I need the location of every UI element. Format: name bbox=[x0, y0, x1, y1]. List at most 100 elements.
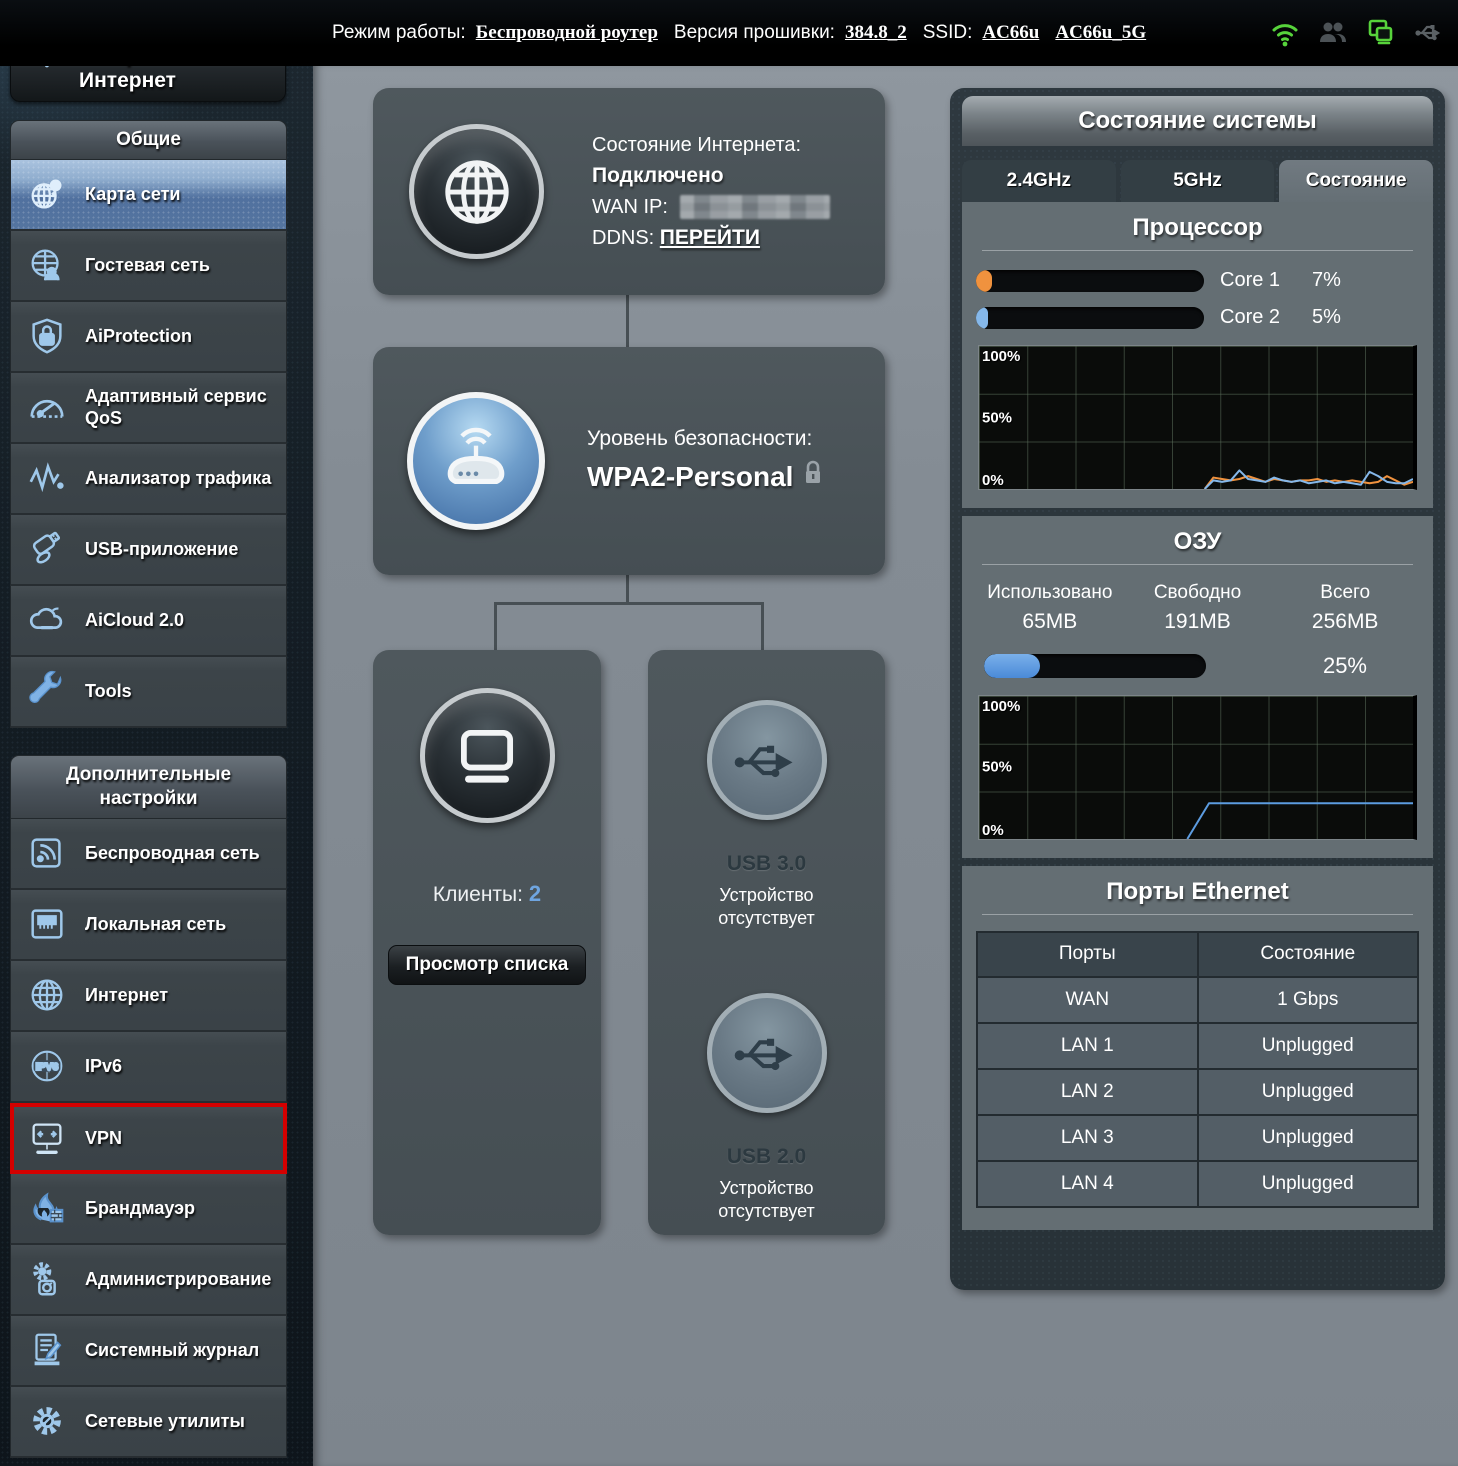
ram-used-label: Использовано bbox=[976, 579, 1124, 607]
ram-graph-ylabel-100: 100% bbox=[982, 698, 1020, 715]
router-security-button[interactable] bbox=[407, 392, 545, 530]
sidebar-item-tools[interactable]: Tools bbox=[10, 657, 287, 728]
sidebar-item-wireless[interactable]: Беспроводная сеть bbox=[10, 819, 287, 890]
sidebar-item-label: Гостевая сеть bbox=[85, 254, 210, 277]
menu-advanced-header: Дополнительные настройки bbox=[10, 755, 287, 819]
usb2-button[interactable] bbox=[707, 993, 827, 1113]
ddns-row: DDNS: ПЕРЕЙТИ bbox=[592, 222, 830, 254]
security-level-label: Уровень безопасности: bbox=[587, 422, 823, 456]
sidebar-item-label: Беспроводная сеть bbox=[85, 842, 260, 865]
traffic-analyzer-icon bbox=[25, 456, 69, 500]
ram-meter-fill bbox=[984, 654, 1040, 678]
ethernet-ports-table: Порты Состояние WAN 1 Gbps LAN 1 Unplugg… bbox=[976, 931, 1419, 1208]
sidebar-item-system-log[interactable]: Системный журнал bbox=[10, 1316, 287, 1387]
firewall-icon bbox=[25, 1186, 69, 1230]
core2-meter bbox=[976, 307, 1204, 329]
ddns-go-link[interactable]: ПЕРЕЙТИ bbox=[660, 226, 760, 249]
usb3-label: USB 3.0 bbox=[727, 852, 806, 876]
sidebar-item-guest-network[interactable]: Гостевая сеть bbox=[10, 231, 287, 302]
wrench-icon bbox=[25, 669, 69, 713]
ssid-24-link[interactable]: AC66u bbox=[982, 22, 1039, 44]
network-tools-icon bbox=[25, 1399, 69, 1443]
ram-used-col: Использовано 65MB bbox=[976, 579, 1124, 637]
network-map-icon bbox=[25, 172, 69, 216]
wifi-icon[interactable] bbox=[1270, 18, 1300, 48]
sidebar-item-aiprotection[interactable]: AiProtection bbox=[10, 302, 287, 373]
port-status-cell: Unplugged bbox=[1198, 1023, 1419, 1069]
system-log-icon bbox=[25, 1328, 69, 1372]
clients-button[interactable] bbox=[420, 688, 555, 823]
sidebar-item-label: Адаптивный сервис QoS bbox=[85, 385, 276, 430]
status-col-header: Состояние bbox=[1198, 932, 1419, 977]
mode-value-link[interactable]: Беспроводной роутер bbox=[476, 22, 658, 44]
sidebar-item-label: AiProtection bbox=[85, 325, 192, 348]
lock-icon bbox=[803, 455, 823, 500]
port-status-cell: Unplugged bbox=[1198, 1161, 1419, 1207]
core2-row: Core 2 5% bbox=[976, 306, 1419, 329]
sidebar-item-usb-application[interactable]: USB-приложение bbox=[10, 515, 287, 586]
port-status-cell: Unplugged bbox=[1198, 1069, 1419, 1115]
ddns-label: DDNS: bbox=[592, 227, 654, 249]
usb3-button[interactable] bbox=[707, 700, 827, 820]
table-row: WAN 1 Gbps bbox=[977, 977, 1418, 1023]
status-tabs: 2.4GHz 5GHz Состояние bbox=[962, 160, 1433, 202]
firmware-value-link[interactable]: 384.8_2 bbox=[845, 22, 907, 44]
table-row: LAN 4 Unplugged bbox=[977, 1161, 1418, 1207]
sidebar-item-label: USB-приложение bbox=[85, 538, 238, 561]
ram-title: ОЗУ bbox=[982, 528, 1413, 565]
sidebar-item-network-tools[interactable]: Сетевые утилиты bbox=[10, 1387, 287, 1458]
tab-5ghz[interactable]: 5GHz bbox=[1121, 160, 1275, 202]
sidebar-item-label: Анализатор трафика bbox=[85, 467, 271, 490]
sidebar-item-ipv6[interactable]: IPV6 IPv6 bbox=[10, 1032, 287, 1103]
ethernet-ports-section: Порты Ethernet Порты Состояние WAN 1 Gbp… bbox=[962, 866, 1433, 1230]
sidebar-item-administration[interactable]: Администри­рование bbox=[10, 1245, 287, 1316]
sidebar-item-label: Администри­рование bbox=[85, 1268, 271, 1291]
internet-status-value: Подключено bbox=[592, 160, 830, 192]
sidebar-item-label: Сетевые утилиты bbox=[85, 1410, 245, 1433]
sidebar-item-label: Tools bbox=[85, 680, 132, 703]
clients-count-row: Клиенты: 2 bbox=[433, 881, 541, 907]
topbar: Режим работы: Беспроводной роутер Версия… bbox=[0, 0, 1458, 66]
sidebar-item-traffic-analyzer[interactable]: Анализатор трафика bbox=[10, 444, 287, 515]
vpn-monitor-icon bbox=[25, 1116, 69, 1160]
ram-graph-ylabel-50: 50% bbox=[982, 759, 1012, 776]
ram-total-col: Всего 256MB bbox=[1271, 579, 1419, 637]
sidebar-item-firewall[interactable]: Брандмауэр bbox=[10, 1174, 287, 1245]
sidebar-item-aicloud[interactable]: AiCloud 2.0 bbox=[10, 586, 287, 657]
sidebar-menu-general: Общие Карта сети Гостевая сеть AiProtect… bbox=[10, 120, 287, 728]
sidebar-item-internet[interactable]: Интернет bbox=[10, 961, 287, 1032]
usb-icon[interactable] bbox=[1414, 18, 1444, 48]
main-content: Состояние Интернета: Подключено WAN IP: … bbox=[313, 66, 1458, 1466]
wan-ip-row: WAN IP: bbox=[592, 192, 830, 222]
port-name-cell: WAN bbox=[977, 977, 1198, 1023]
clients-group-icon[interactable] bbox=[1318, 18, 1348, 48]
sidebar-item-adaptive-qos[interactable]: Адаптивный сервис QoS bbox=[10, 373, 287, 444]
ssid-5g-link[interactable]: AC66u_5G bbox=[1055, 22, 1146, 44]
connector-line bbox=[626, 575, 629, 603]
sidebar-item-network-map[interactable]: Карта сети bbox=[10, 160, 287, 231]
ram-percent: 25% bbox=[1323, 653, 1367, 679]
cpu-title: Процессор bbox=[982, 214, 1413, 251]
devices-sync-icon[interactable] bbox=[1366, 18, 1396, 48]
admin-gears-icon bbox=[25, 1257, 69, 1301]
core1-meter-fill bbox=[976, 270, 992, 292]
tab-status[interactable]: Состояние bbox=[1279, 160, 1433, 202]
internet-globe-button[interactable] bbox=[409, 124, 544, 259]
internet-status-card: Состояние Интернета: Подключено WAN IP: … bbox=[373, 88, 885, 295]
port-name-cell: LAN 2 bbox=[977, 1069, 1198, 1115]
connector-line bbox=[494, 602, 497, 650]
ram-free-label: Свободно bbox=[1124, 579, 1272, 607]
sidebar-item-lan[interactable]: Локальная сеть bbox=[10, 890, 287, 961]
guest-network-icon bbox=[25, 243, 69, 287]
cpu-section: Процессор Core 1 7% Core 2 5% bbox=[962, 202, 1433, 508]
table-row: LAN 3 Unplugged bbox=[977, 1115, 1418, 1161]
port-name-cell: LAN 3 bbox=[977, 1115, 1198, 1161]
sidebar-item-vpn[interactable]: VPN bbox=[10, 1103, 287, 1174]
port-status-cell: Unplugged bbox=[1198, 1115, 1419, 1161]
view-client-list-button[interactable]: Просмотр списка bbox=[388, 945, 586, 985]
gauge-icon bbox=[25, 385, 69, 429]
security-card: Уровень безопасности: WPA2-Personal bbox=[373, 347, 885, 575]
wireless-icon bbox=[25, 831, 69, 875]
clients-count: 2 bbox=[529, 881, 541, 906]
tab-24ghz[interactable]: 2.4GHz bbox=[962, 160, 1116, 202]
